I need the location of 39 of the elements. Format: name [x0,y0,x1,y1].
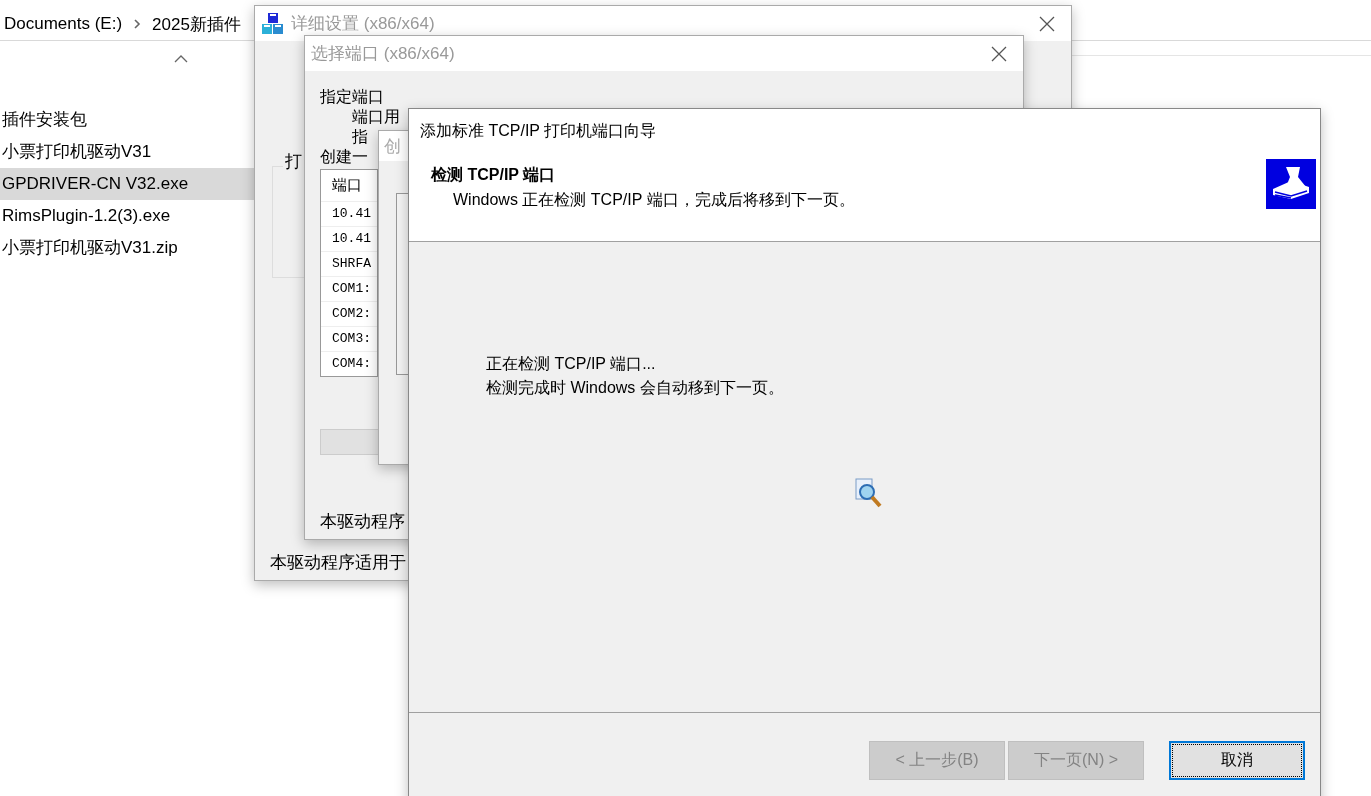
close-icon[interactable] [1039,16,1055,32]
port-item[interactable]: COM4: [321,351,377,376]
file-item[interactable]: GPDRIVER-CN V32.exe [0,168,255,200]
footer-text: 本驱动程序适用于 [270,552,406,574]
printer-icon [1266,159,1316,209]
file-item[interactable]: 插件安装包 [0,104,255,136]
port-item[interactable]: 10.41 [321,201,377,226]
page-subheading: Windows 正在检测 TCP/IP 端口，完成后将移到下一页。 [453,190,855,210]
description-text: 端口用 [352,107,400,127]
window-title: 选择端口 (x86/x64) [311,43,455,65]
column-header: 端口 [331,176,363,195]
window-title: 创 [384,137,401,156]
port-item[interactable]: COM3: [321,326,377,351]
file-item[interactable]: 小票打印机驱动V31.zip [0,232,255,264]
option-label: 创建一 [320,147,368,167]
footer-text: 本驱动程序 [320,511,405,533]
section-heading: 指定端口 [320,87,384,107]
wizard-button[interactable]: 取消 [1169,741,1305,780]
port-item[interactable]: SHRFA [321,251,377,276]
port-item[interactable]: COM2: [321,301,377,326]
breadcrumb[interactable]: Documents (E:) [4,14,123,34]
search-icon [855,478,883,510]
status-text: 检测完成时 Windows 会自动移到下一页。 [486,378,784,398]
breadcrumb[interactable]: 2025新插件 [152,12,241,36]
file-item[interactable]: 小票打印机驱动V31 [0,136,255,168]
window-title: 详细设置 (x86/x64) [291,13,435,35]
port-list[interactable]: 端口 10.41 10.41 SHRFA COM1: COM2: COM3: COM4: [320,169,378,377]
file-item[interactable]: RimsPlugin-1.2(3).exe [0,200,255,232]
group-label: 打 [283,150,304,173]
status-text: 正在检测 TCP/IP 端口... [486,354,657,374]
chevron-icon [132,18,143,30]
port-item[interactable]: COM1: [321,276,377,301]
port-item[interactable]: 10.41 [321,226,377,251]
window-title: 添加标准 TCP/IP 打印机端口向导 [420,121,657,141]
close-icon[interactable] [991,46,1007,62]
sort-caret-icon[interactable] [174,54,188,63]
description-text: 指 [352,127,368,147]
cubes-icon [261,11,285,36]
page-heading: 检测 TCP/IP 端口 [431,165,556,185]
